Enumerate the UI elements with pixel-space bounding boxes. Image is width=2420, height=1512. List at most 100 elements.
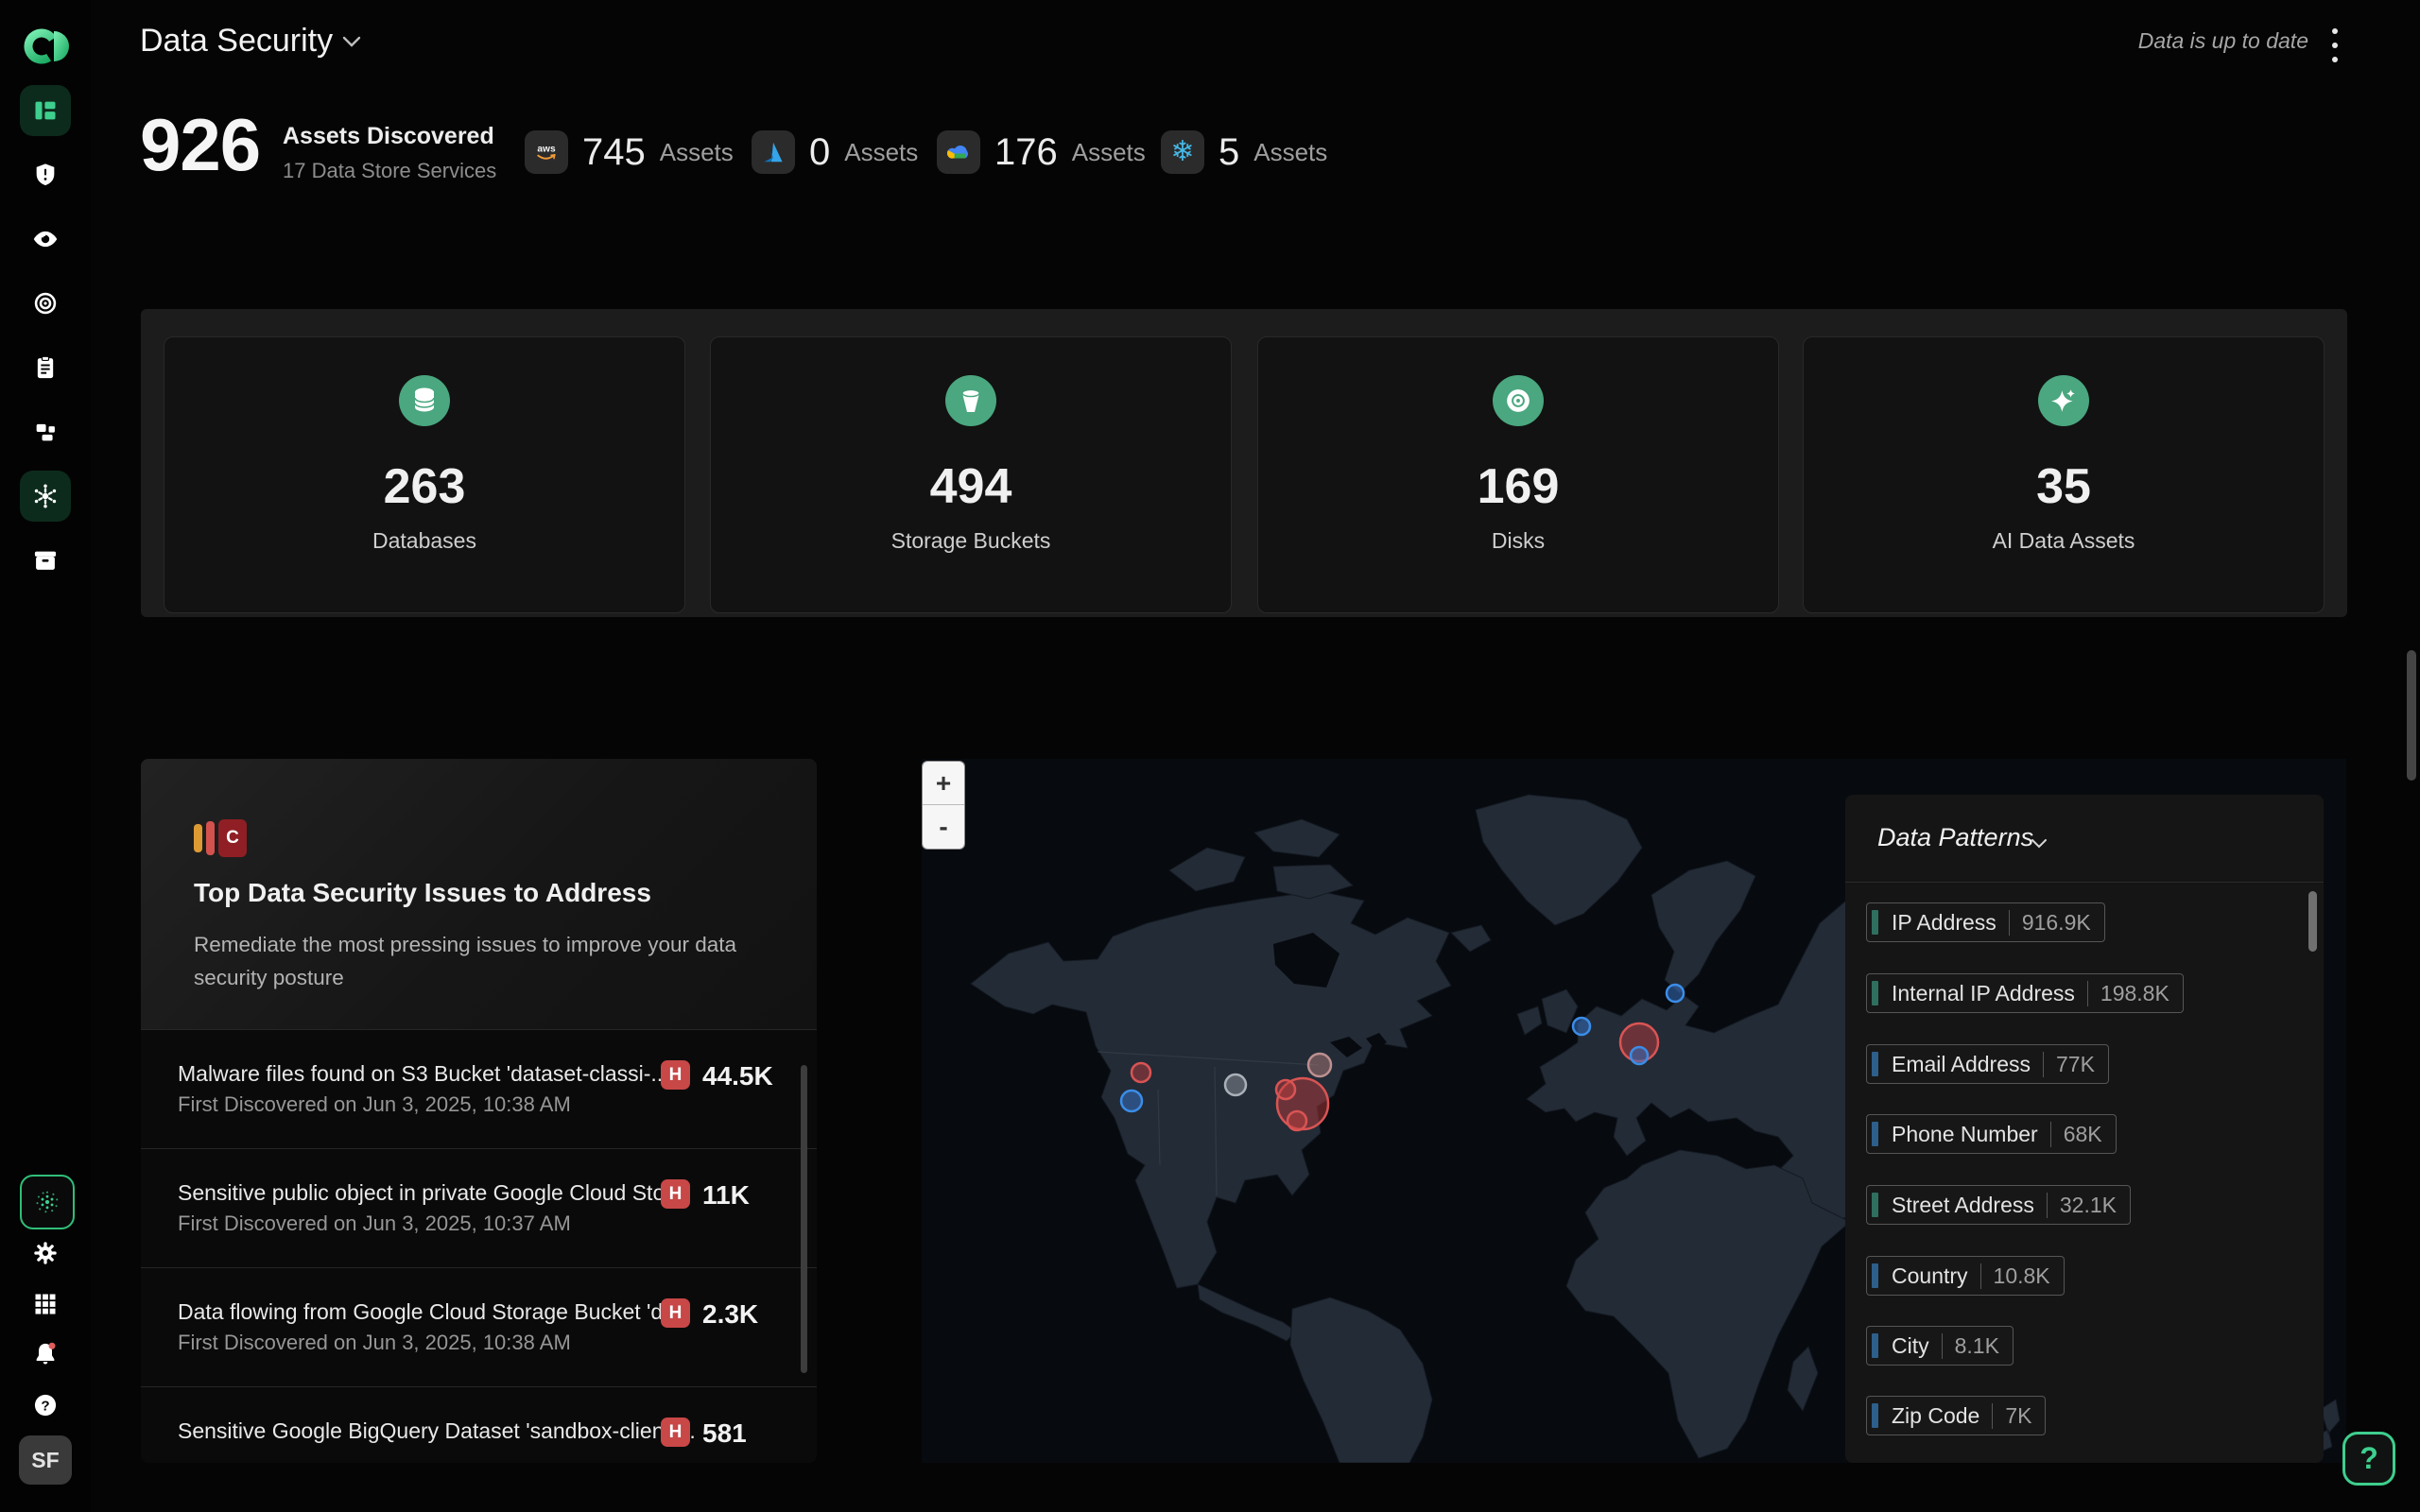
provider-stat-azure: 0 Assets	[752, 130, 918, 174]
gcp-icon	[937, 130, 980, 174]
card-databases[interactable]: 263 Databases	[164, 336, 685, 613]
sparkle-icon	[2038, 375, 2089, 426]
zoom-in-button[interactable]: +	[923, 762, 964, 805]
apps-grid-icon	[32, 1291, 59, 1317]
issue-row[interactable]: Malware files found on S3 Bucket 'datase…	[141, 1029, 817, 1149]
map-data-bubble[interactable]	[1667, 985, 1684, 1002]
svg-text:aws: aws	[537, 144, 556, 154]
sidebar-item-ai[interactable]	[20, 471, 71, 522]
svg-text:?: ?	[41, 1398, 49, 1414]
pattern-chip-country[interactable]: Country 10.8K	[1866, 1256, 2065, 1296]
notification-dot	[49, 1343, 56, 1349]
map-data-bubble[interactable]	[1573, 1018, 1590, 1035]
disks-count: 169	[1258, 458, 1778, 515]
pattern-chip-city[interactable]: City 8.1K	[1866, 1326, 2014, 1366]
sidebar-item-visibility[interactable]	[20, 214, 71, 265]
pattern-chip-internal-ip[interactable]: Internal IP Address 198.8K	[1866, 973, 2184, 1013]
data-security-dashboard: ? SF Data Security Data is up to date 92…	[0, 0, 2420, 1512]
pattern-chip-email[interactable]: Email Address 77K	[1866, 1044, 2109, 1084]
pattern-color-bar	[1872, 1193, 1878, 1217]
pattern-chip-phone[interactable]: Phone Number 68K	[1866, 1114, 2117, 1154]
map-data-bubble[interactable]	[1308, 1054, 1331, 1076]
pattern-chip-ip-address[interactable]: IP Address 916.9K	[1866, 902, 2105, 942]
top-issues-panel: C Top Data Security Issues to Address Re…	[141, 759, 817, 1463]
issue-row[interactable]: Data flowing from Google Cloud Storage B…	[141, 1267, 817, 1387]
data-patterns-panel: Data Patterns IP Address 916.9K Internal…	[1845, 795, 2324, 1463]
bell-icon	[32, 1341, 59, 1367]
patterns-scrollbar[interactable]	[2308, 891, 2317, 952]
issue-row[interactable]: Sensitive Google BigQuery Dataset 'sandb…	[141, 1386, 817, 1463]
issue-title: Malware files found on S3 Bucket 'datase…	[178, 1061, 669, 1087]
severity-badge: H	[661, 1418, 690, 1447]
aws-count: 745	[582, 131, 646, 174]
pattern-color-bar	[1872, 910, 1878, 935]
disk-icon	[1493, 375, 1544, 426]
map-data-bubble[interactable]	[1132, 1063, 1150, 1082]
sidebar-item-help[interactable]: ?	[20, 1380, 71, 1431]
sidebar-item-dashboard[interactable]	[20, 85, 71, 136]
sidebar-item-settings[interactable]	[20, 1228, 71, 1279]
severity-badge: H	[661, 1060, 690, 1090]
map-zoom-control: + -	[922, 761, 965, 850]
sidebar-item-target[interactable]	[20, 278, 71, 329]
pattern-color-bar	[1872, 1122, 1878, 1146]
data-store-services-label: 17 Data Store Services	[283, 159, 496, 183]
card-ai-data-assets[interactable]: 35 AI Data Assets	[1803, 336, 2325, 613]
cyera-logo[interactable]	[23, 21, 72, 70]
storage-buckets-count: 494	[711, 458, 1231, 515]
data-patterns-title[interactable]: Data Patterns	[1877, 823, 2033, 852]
snowflake-count: 5	[1219, 131, 1239, 174]
map-data-bubble[interactable]	[1631, 1047, 1648, 1064]
archive-box-icon	[32, 547, 59, 574]
ai-data-assets-label: AI Data Assets	[1804, 528, 2324, 554]
issue-count: 2.3K	[702, 1299, 758, 1330]
kebab-menu[interactable]	[2324, 26, 2346, 64]
clipboard-icon	[32, 354, 59, 381]
sidebar-item-components[interactable]	[20, 406, 71, 457]
azure-icon	[752, 130, 795, 174]
sidebar-item-notifications[interactable]	[20, 1329, 71, 1380]
pattern-chip-street[interactable]: Street Address 32.1K	[1866, 1185, 2131, 1225]
map-data-bubble[interactable]	[1276, 1080, 1295, 1099]
issues-subtitle: Remediate the most pressing issues to im…	[194, 929, 742, 995]
sidebar-item-archive[interactable]	[20, 535, 71, 586]
card-storage-buckets[interactable]: 494 Storage Buckets	[710, 336, 1232, 613]
database-icon	[399, 375, 450, 426]
sidebar-item-ai-assistant[interactable]	[20, 1175, 75, 1229]
sidebar-item-apps[interactable]	[20, 1279, 71, 1330]
issues-scrollbar[interactable]	[801, 1065, 807, 1373]
issues-list: Malware files found on S3 Bucket 'datase…	[141, 1029, 817, 1463]
storage-buckets-label: Storage Buckets	[711, 528, 1231, 554]
ai-dots-icon	[34, 1189, 60, 1215]
issue-date: First Discovered on Jun 3, 2025, 10:38 A…	[178, 1092, 571, 1117]
issue-row[interactable]: Sensitive public object in private Googl…	[141, 1148, 817, 1268]
card-disks[interactable]: 169 Disks	[1257, 336, 1779, 613]
sidebar-item-issues[interactable]	[20, 149, 71, 200]
snowflake-icon: ❄	[1161, 130, 1204, 174]
zoom-out-button[interactable]: -	[923, 805, 964, 849]
map-data-bubble[interactable]	[1288, 1111, 1306, 1130]
severity-badge: H	[661, 1179, 690, 1209]
provider-stat-snowflake: ❄ 5 Assets	[1161, 130, 1327, 174]
help-button[interactable]: ?	[2342, 1432, 2395, 1486]
gcp-label: Assets	[1072, 138, 1146, 167]
assets-discovered-label: Assets Discovered	[283, 123, 496, 150]
chevron-down-icon[interactable]	[2031, 838, 2048, 849]
dashboard-icon	[32, 97, 59, 124]
world-map[interactable]: + - Data Patterns IP Address 916.9K Inte…	[922, 759, 2346, 1463]
chevron-down-icon[interactable]	[342, 36, 361, 47]
issue-title: Data flowing from Google Cloud Storage B…	[178, 1299, 681, 1325]
page-scrollbar[interactable]	[2407, 650, 2416, 781]
user-avatar[interactable]: SF	[19, 1435, 72, 1485]
pattern-color-bar	[1872, 1263, 1878, 1288]
page-title[interactable]: Data Security	[140, 23, 333, 60]
issues-title: Top Data Security Issues to Address	[194, 878, 651, 908]
top-issues-header: C Top Data Security Issues to Address Re…	[141, 759, 817, 1029]
map-data-bubble[interactable]	[1225, 1074, 1246, 1095]
aws-icon: aws	[525, 130, 568, 174]
map-data-bubble[interactable]	[1121, 1091, 1142, 1111]
sidebar-item-reports[interactable]	[20, 342, 71, 393]
pattern-chip-zip[interactable]: Zip Code 7K	[1866, 1396, 2046, 1435]
bucket-icon	[945, 375, 996, 426]
pattern-color-bar	[1872, 1403, 1878, 1428]
